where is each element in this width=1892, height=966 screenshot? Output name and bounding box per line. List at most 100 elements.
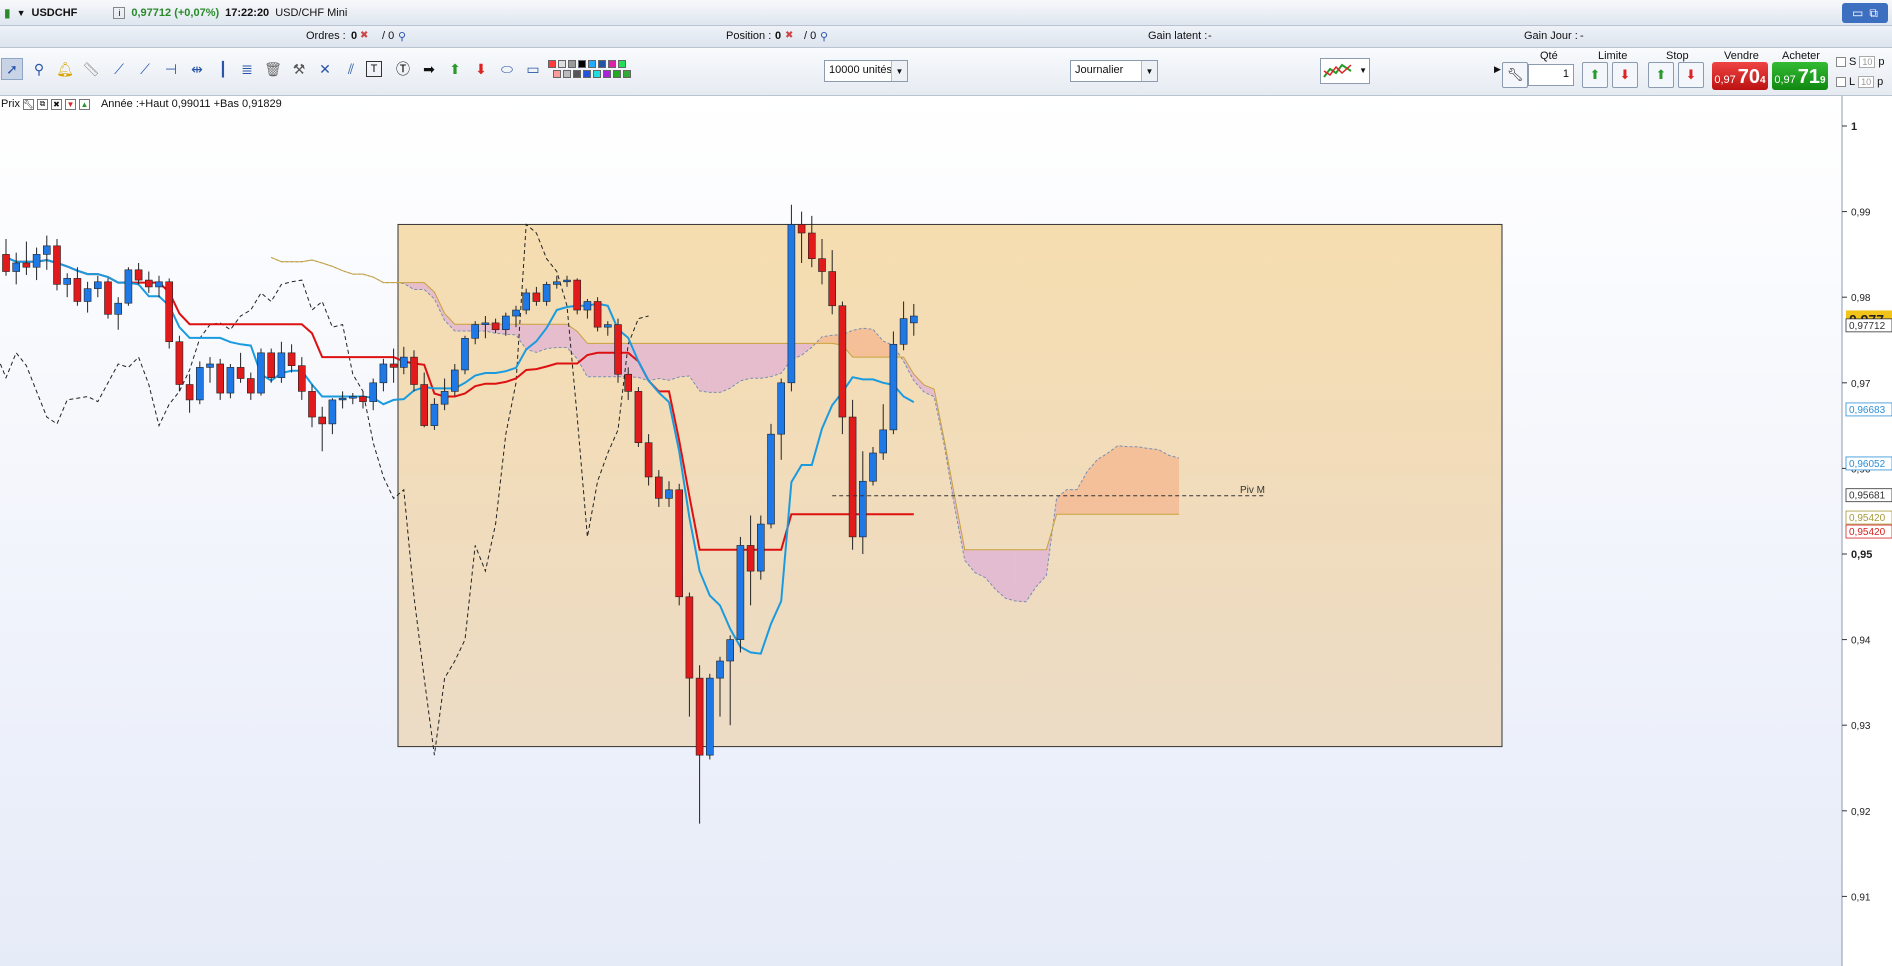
window-icon[interactable]: ⧉ xyxy=(36,98,48,110)
color-swatch[interactable] xyxy=(558,60,566,68)
limit-profit-checkbox[interactable] xyxy=(1836,77,1846,87)
buy-button[interactable]: 0,97 71 9 xyxy=(1772,62,1828,90)
candle-body xyxy=(73,278,82,302)
orders-link-icon[interactable]: ⚲ xyxy=(398,30,406,43)
stop-loss-checkbox[interactable] xyxy=(1836,57,1846,67)
arrow-up-icon[interactable]: ⬆ xyxy=(444,58,466,80)
sell-price-big: 70 xyxy=(1737,66,1761,88)
sell-button[interactable]: 0,97 70 4 xyxy=(1712,62,1768,90)
move-down-icon[interactable]: ▼ xyxy=(64,98,76,110)
color-swatch[interactable] xyxy=(583,70,591,78)
price-tag-label: 0,96052 xyxy=(1849,459,1886,470)
maximize-icon[interactable]: ⧉ xyxy=(1869,6,1878,21)
dropdown-arrow-icon[interactable]: ▼ xyxy=(17,8,26,18)
window-controls[interactable]: ▭ ⧉ xyxy=(1842,3,1888,23)
orders-value: 0 xyxy=(351,30,358,42)
color-swatch[interactable] xyxy=(623,70,631,78)
color-swatch[interactable] xyxy=(588,60,596,68)
text-bubble-icon[interactable]: Ⓣ xyxy=(392,58,414,80)
collapse-arrow-icon[interactable]: ▶ xyxy=(1494,64,1501,75)
color-swatch[interactable] xyxy=(603,70,611,78)
minimize-icon[interactable]: ▭ xyxy=(1852,6,1863,20)
candle-body xyxy=(481,322,490,325)
instrument-icon[interactable]: ▮ xyxy=(4,6,11,20)
color-swatch[interactable] xyxy=(608,60,616,68)
color-swatch[interactable] xyxy=(598,60,606,68)
position-close-icon[interactable]: ✖ xyxy=(785,30,793,41)
ruler-icon[interactable]: 📏︎ xyxy=(80,58,102,80)
wrench-icon[interactable]: 🔧︎ xyxy=(1502,62,1528,88)
orders-close-icon[interactable]: ✖ xyxy=(360,30,368,41)
limit-buy-button[interactable]: ⬆ xyxy=(1582,62,1608,88)
stop-loss-input[interactable]: 10 xyxy=(1859,56,1876,68)
info-icon[interactable]: i xyxy=(113,6,126,19)
position-link-icon[interactable]: ⚲ xyxy=(820,30,828,43)
color-swatch[interactable] xyxy=(568,60,576,68)
color-palette[interactable] xyxy=(548,60,708,84)
price-label[interactable]: Prix xyxy=(1,98,20,110)
candle-body xyxy=(736,545,745,640)
segment-icon[interactable]: ⇹ xyxy=(186,58,208,80)
ichimoku-cloud-segment xyxy=(1066,489,1077,515)
horizontal-line-icon[interactable]: ⊣ xyxy=(160,58,182,80)
trash-icon[interactable]: 🗑︎ xyxy=(262,58,284,80)
ellipse-icon[interactable]: ⬭ xyxy=(496,58,518,80)
limit-sell-button[interactable]: ⬇ xyxy=(1612,62,1638,88)
candle-body xyxy=(726,639,735,662)
move-up-icon[interactable]: ▲ xyxy=(78,98,90,110)
ichimoku-cloud-segment xyxy=(1168,455,1179,515)
symbol-label[interactable]: USDCHF xyxy=(32,7,78,19)
candle-body xyxy=(471,324,480,339)
candle-body xyxy=(573,279,582,311)
ichimoku-cloud-segment xyxy=(720,343,731,393)
ray-icon[interactable]: ⟋ xyxy=(134,58,156,80)
candle-body xyxy=(654,476,663,499)
ichimoku-cloud-segment xyxy=(771,343,782,377)
channel-icon[interactable]: ⫽ xyxy=(340,58,362,80)
period-select[interactable]: Journalier ▼ xyxy=(1070,60,1158,82)
units-select[interactable]: 10000 unités ▼ xyxy=(824,60,908,82)
pointer-icon[interactable]: ➚ xyxy=(1,58,23,80)
arrow-down-icon[interactable]: ⬇ xyxy=(470,58,492,80)
arrow-right-icon[interactable]: ➡ xyxy=(418,58,440,80)
color-swatch[interactable] xyxy=(593,70,601,78)
color-swatch[interactable] xyxy=(578,60,586,68)
zoom-icon[interactable]: ⚲ xyxy=(28,58,50,80)
candle-body xyxy=(756,523,765,572)
ichimoku-cloud-segment xyxy=(1138,446,1149,515)
color-swatch[interactable] xyxy=(618,60,626,68)
ichimoku-cloud-segment xyxy=(1128,446,1139,515)
color-swatch[interactable] xyxy=(563,70,571,78)
qty-input[interactable]: 1 xyxy=(1528,64,1574,86)
color-swatch[interactable] xyxy=(573,70,581,78)
wrench-icon[interactable]: 🔧︎ xyxy=(22,98,34,110)
limit-profit-input[interactable]: 10 xyxy=(1858,76,1875,88)
color-swatch[interactable] xyxy=(613,70,621,78)
close-icon[interactable]: ✖ xyxy=(50,98,62,110)
candle-body xyxy=(2,254,10,272)
price-chart[interactable]: Piv M10,990,980,970,960,950,940,930,920,… xyxy=(0,96,1892,966)
rectangle-icon[interactable]: ▭ xyxy=(522,58,544,80)
candle-body xyxy=(848,416,857,538)
alert-bell-icon[interactable]: 🔔︎ xyxy=(54,58,76,80)
cross-icon[interactable]: ✕ xyxy=(314,58,336,80)
stop-sell-button[interactable]: ⬇ xyxy=(1678,62,1704,88)
fibonacci-icon[interactable]: ≣ xyxy=(236,58,258,80)
indicators-button[interactable]: ▼ xyxy=(1320,58,1370,84)
price-tag-label: 0,95681 xyxy=(1849,491,1886,502)
account-infobar: Ordres : 0 ✖ / 0 ⚲ Position : 0 ✖ / 0 ⚲ … xyxy=(0,26,1892,48)
pivot-label: Piv M xyxy=(1240,485,1265,496)
text-icon[interactable]: T xyxy=(366,61,382,77)
stop-buy-button[interactable]: ⬆ xyxy=(1648,62,1674,88)
chart-area[interactable]: Piv M10,990,980,970,960,950,940,930,920,… xyxy=(0,96,1892,966)
ichimoku-cloud-segment xyxy=(730,343,741,389)
line-icon[interactable]: ⟋ xyxy=(108,58,130,80)
candle-body xyxy=(379,363,388,384)
color-swatch[interactable] xyxy=(553,70,561,78)
color-swatch[interactable] xyxy=(548,60,556,68)
ichimoku-cloud-segment xyxy=(638,343,649,381)
ichimoku-cloud-segment xyxy=(1148,448,1159,515)
tools-icon[interactable]: ⚒ xyxy=(288,58,310,80)
vertical-line-icon[interactable]: ┃ xyxy=(212,58,234,80)
ichimoku-cloud-segment xyxy=(454,324,465,332)
